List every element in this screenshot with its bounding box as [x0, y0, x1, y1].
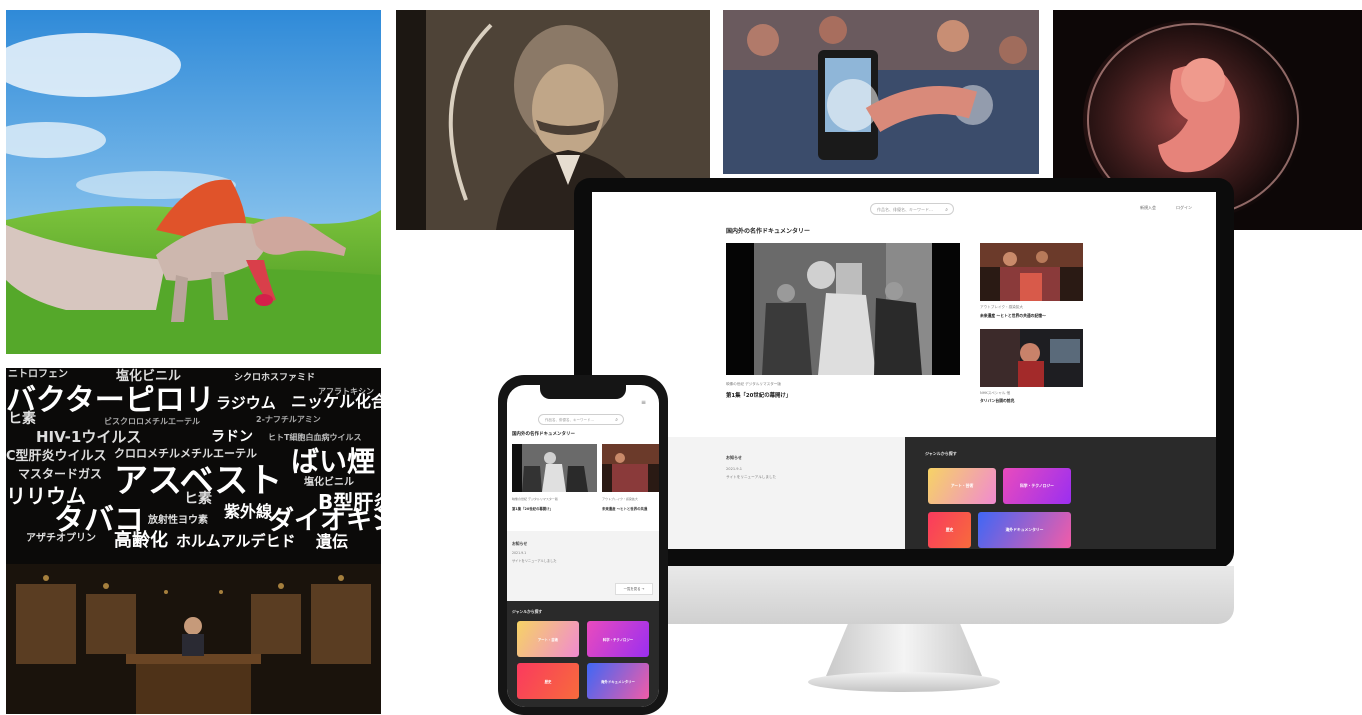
phone-notch: [540, 385, 626, 399]
wordcloud-word: ビスクロロメチルエーテル: [104, 417, 200, 426]
phone-search-placeholder: 作品名、俳優名、キーワード…: [545, 418, 594, 422]
side-thumbnail[interactable]: [980, 243, 1083, 301]
imac-chin: [574, 566, 1234, 624]
wordcloud-word: ばい煙: [291, 445, 376, 478]
dinosaur-photo: [6, 10, 381, 354]
phone-card-thumbnail[interactable]: [602, 444, 659, 492]
side-item-series: NHKスペシャル 他: [980, 391, 1011, 395]
phone-notice-heading: お知らせ: [512, 541, 528, 546]
phone-card-thumbnail[interactable]: [512, 444, 597, 492]
phone-card-title[interactable]: 第1集「20世紀の幕開け」: [512, 506, 553, 511]
search-placeholder: 作品名、俳優名、キーワード…: [877, 207, 933, 212]
wordcloud-word: ニトロフェン: [8, 369, 68, 380]
signup-link[interactable]: 新規入会: [1140, 205, 1156, 211]
search-icon[interactable]: ⌕: [615, 415, 618, 426]
wordcloud-word: ヒ素: [8, 411, 36, 427]
featured-thumbnail[interactable]: [726, 243, 960, 375]
desktop-screen: 作品名、俳優名、キーワード… ⌕ 新規入会 ログイン 国内外の名作ドキュメンタリ…: [592, 192, 1216, 549]
genre-button-overseas[interactable]: 海外ドキュメンタリー: [978, 512, 1071, 548]
menu-icon[interactable]: ≡: [641, 399, 646, 406]
wordcloud-word: マスタードガス: [18, 467, 103, 481]
phone-genre-button-overseas[interactable]: 海外ドキュメンタリー: [587, 663, 649, 699]
phone-card-series: 映像の世紀 デジタルリマスター版: [512, 497, 558, 501]
phone-card-title[interactable]: 未来遺産 ～ヒトと世界の共通: [602, 506, 647, 511]
phone-genre-section: ジャンルから探す アート・芸術 科学・テクノロジー 歴史 海外ドキュメンタリー: [507, 601, 659, 707]
wordcloud-word: クロロメチルメチルエーテル: [114, 447, 257, 460]
phone-genre-button-history[interactable]: 歴史: [517, 663, 579, 699]
notice-more-button[interactable]: 一覧を見る →: [615, 583, 653, 595]
wordcloud-word: ラドン: [211, 429, 253, 445]
phone-card-series: アウトブレイク・感染拡大: [602, 497, 638, 501]
side-item-title[interactable]: 未来遺産 ～ヒトと世界の共通の記憶～: [980, 313, 1046, 319]
phone-notice-date: 2021.9.1: [512, 551, 527, 555]
wordcloud-word: 遺伝: [316, 532, 349, 551]
section-heading: 国内外の名作ドキュメンタリー: [726, 228, 811, 235]
wordcloud-word: 放射性ヨウ素: [148, 515, 208, 526]
carcinogen-wordcloud-photo: ニトロフェン 塩化ビニル シクロホスファミド アフラトキシン バクターピロリ ラジウム ニッ…: [6, 368, 381, 714]
wordcloud-word: ヒ素: [184, 491, 212, 507]
wordcloud-word: 塩化ビニル: [304, 477, 354, 488]
genre-button-science[interactable]: 科学・テクノロジー: [1003, 468, 1071, 504]
phone-screen: ≡ 作品名、俳優名、キーワード… ⌕ 国内外の名作ドキュメンタリー 映像の世紀 …: [507, 385, 659, 707]
imac-stand: [826, 624, 982, 676]
wordcloud-word: ニッケル化合物: [291, 392, 381, 411]
wordcloud-word: ホルムアルデヒド: [176, 532, 296, 550]
search-input[interactable]: 作品名、俳優名、キーワード… ⌕: [870, 203, 954, 215]
wordcloud-word: ヒトT細胞白血病ウイルス: [268, 433, 362, 442]
wordcloud-word: ダイオキシン: [268, 506, 381, 536]
wordcloud-word: HIV-1ウイルス: [36, 428, 142, 446]
featured-series: 映像の世紀 デジタルリマスター版: [726, 382, 781, 386]
phone-genre-button-science[interactable]: 科学・テクノロジー: [587, 621, 649, 657]
genre-heading: ジャンルから探す: [925, 451, 957, 456]
crowd-photo: [723, 10, 1039, 174]
side-item-series: アウトブレイク・感染拡大: [980, 305, 1023, 309]
genre-button-history[interactable]: 歴史: [928, 512, 971, 548]
wordcloud-word: 高齢化: [114, 530, 168, 551]
genre-section: ジャンルから探す アート・芸術 科学・テクノロジー 歴史 海外ドキュメンタリー: [905, 437, 1216, 549]
notice-text[interactable]: サイトをリニューアルしました: [726, 475, 776, 480]
wordcloud-word: バクターピロリ: [6, 383, 215, 418]
wordcloud-word: 塩化ビニル: [116, 369, 182, 384]
genre-button-art[interactable]: アート・芸術: [928, 468, 996, 504]
wordcloud-word: ラジウム: [216, 394, 276, 412]
notice-date: 2021.9.1: [726, 467, 743, 471]
search-icon[interactable]: ⌕: [945, 204, 948, 216]
phone-genre-heading: ジャンルから探す: [512, 609, 543, 614]
notice-heading: お知らせ: [726, 455, 742, 460]
wordcloud-word: C型肝炎ウイルス: [6, 449, 107, 464]
wordcloud-word: アザチオプリン: [26, 533, 96, 544]
wordcloud-word: シクロホスファミド: [234, 373, 316, 383]
wordcloud-word: 2-ナフチルアミン: [256, 415, 321, 424]
phone-search-input[interactable]: 作品名、俳優名、キーワード… ⌕: [538, 414, 624, 425]
side-item-title[interactable]: タリバン台頭の前兆: [980, 398, 1014, 404]
phone-genre-button-art[interactable]: アート・芸術: [517, 621, 579, 657]
side-thumbnail[interactable]: [980, 329, 1083, 387]
imac-stand-base: [808, 672, 1000, 692]
phone-notice-text[interactable]: サイトをリニューアルしました: [512, 558, 556, 563]
featured-title[interactable]: 第1集「20世紀の幕開け」: [726, 391, 791, 399]
phone-section-heading: 国内外の名作ドキュメンタリー: [512, 432, 575, 437]
wordcloud-word: 紫外線: [224, 502, 273, 521]
login-link[interactable]: ログイン: [1176, 205, 1192, 211]
